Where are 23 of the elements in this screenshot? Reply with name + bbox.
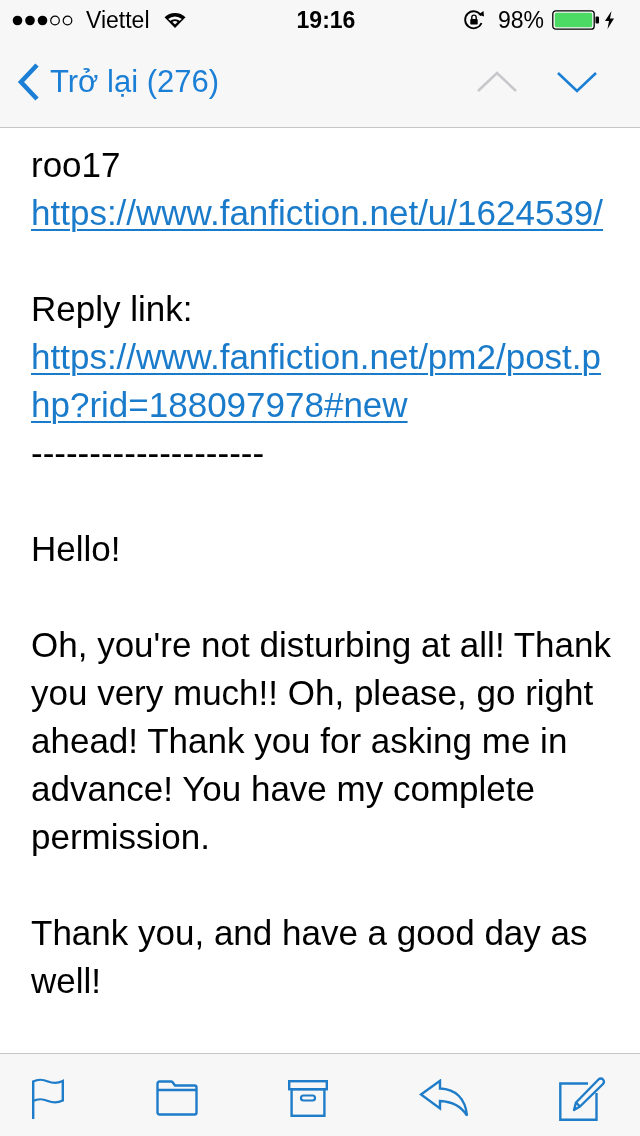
message-text: -------------------- — [31, 432, 265, 474]
rotation-lock-icon — [462, 9, 486, 31]
compose-icon — [559, 1075, 606, 1121]
battery-percentage: 98% — [497, 6, 544, 34]
message-link[interactable]: https://www.fanfiction.net/u/1624539/ — [31, 189, 604, 237]
status-time: 19:16 — [296, 6, 356, 34]
battery-icon — [552, 10, 599, 30]
signal-strength-icon — [12, 14, 74, 26]
archive-box-icon — [288, 1079, 328, 1117]
flag-icon — [31, 1077, 65, 1119]
message-text: roo17 — [31, 144, 121, 186]
chevron-left-icon — [16, 62, 40, 101]
carrier-name: Viettel — [86, 6, 150, 34]
reply-arrow-icon — [418, 1079, 469, 1117]
folder-icon — [155, 1080, 198, 1116]
message-text: Thank you, and have a good day as well! — [31, 912, 589, 1002]
charging-bolt-icon — [605, 11, 614, 29]
back-button[interactable]: Trở lại (276) — [16, 62, 220, 101]
message-text: Hello! — [31, 528, 121, 570]
message-link[interactable]: https://www.fanfiction.net/pm2/post.php?rid=188097978#new — [31, 333, 615, 429]
wifi-icon — [163, 11, 186, 29]
message-text: Oh, you're not disturbing at all! Thank you very much!! Oh, please, go right ahead! Thank you for asking me in advance! You have my complete permission. — [31, 624, 612, 858]
message-text: Reply link: — [31, 288, 193, 330]
